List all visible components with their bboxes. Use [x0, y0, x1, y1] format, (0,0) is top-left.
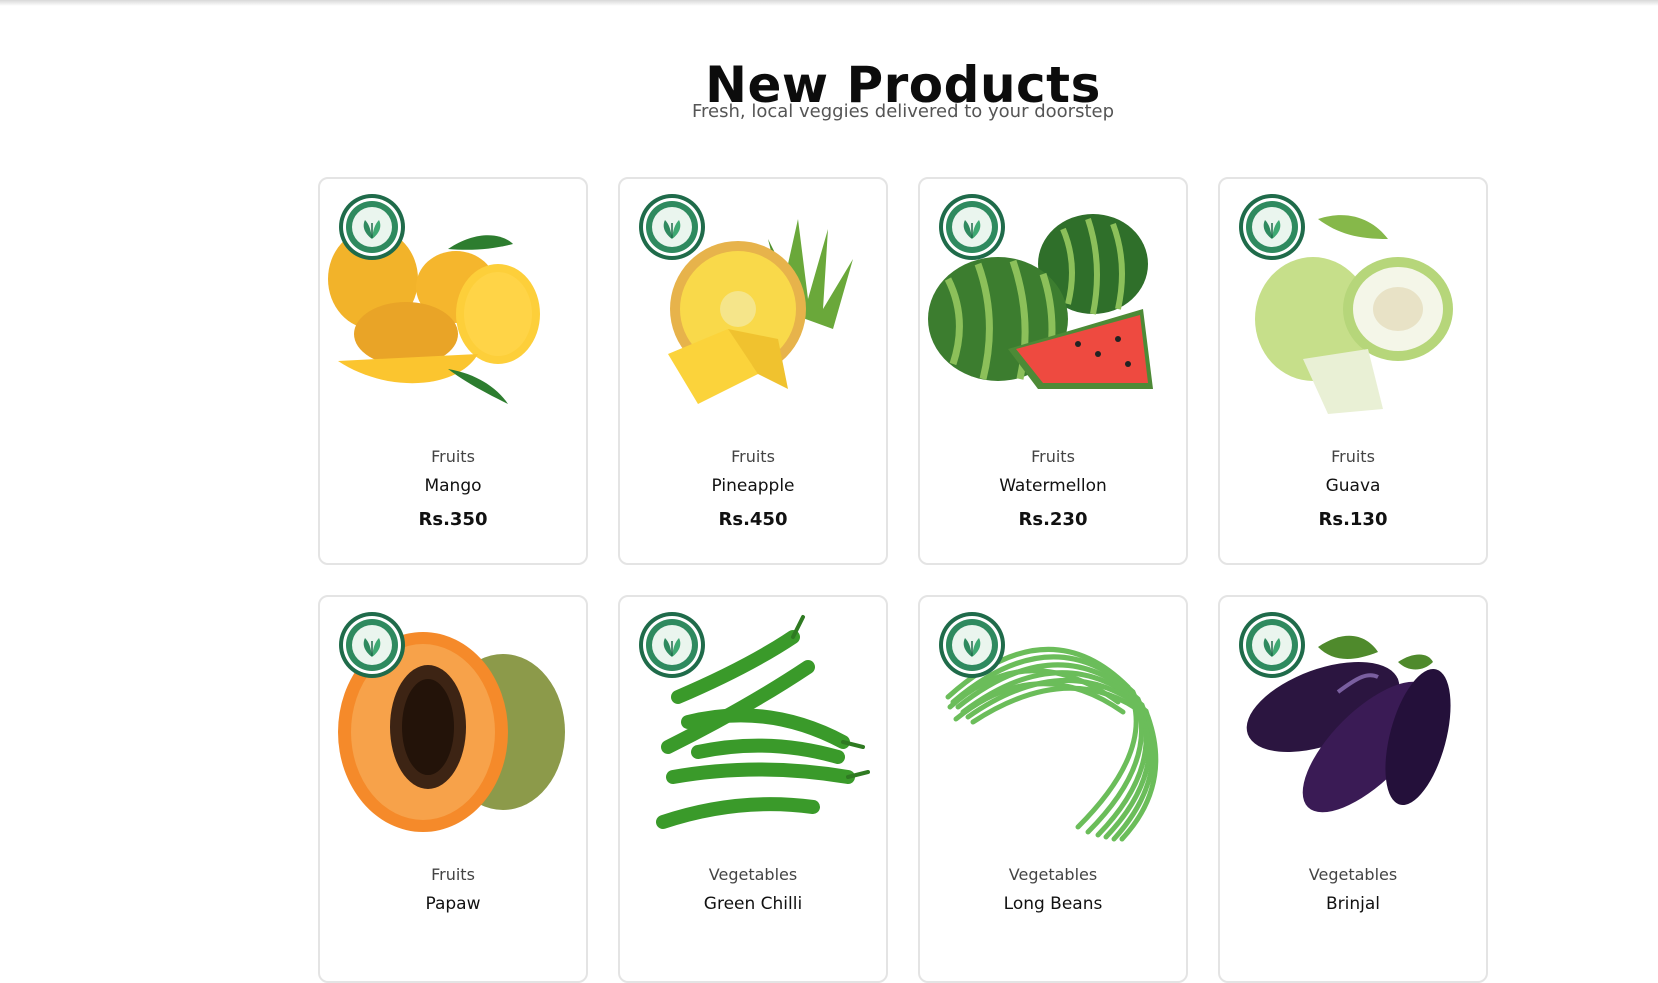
gap-certified-badge: [1238, 611, 1306, 679]
product-price: Rs.230: [1018, 509, 1088, 530]
product-category: Vegetables: [708, 865, 798, 884]
product-price: Rs.350: [418, 509, 488, 530]
gap-certified-badge: [638, 193, 706, 261]
product-category: Fruits: [731, 447, 775, 466]
product-price: Rs.450: [718, 509, 788, 530]
product-card[interactable]: Fruits Watermellon Rs.230: [918, 177, 1188, 565]
product-name: Long Beans: [1003, 894, 1103, 914]
product-grid: Fruits Mango Rs.350 Fruits Pineapple Rs.…: [318, 177, 1488, 983]
product-card[interactable]: Vegetables Green Chilli: [618, 595, 888, 983]
product-name: Guava: [1325, 476, 1381, 496]
product-name: Watermellon: [999, 476, 1107, 496]
product-card[interactable]: Fruits Pineapple Rs.450: [618, 177, 888, 565]
product-category: Fruits: [1031, 447, 1075, 466]
product-name: Green Chilli: [703, 894, 803, 914]
gap-certified-badge: [938, 193, 1006, 261]
product-name: Papaw: [425, 894, 481, 914]
product-category: Vegetables: [1308, 865, 1398, 884]
section-subtitle: Fresh, local veggies delivered to your d…: [692, 101, 1114, 122]
product-name: Mango: [424, 476, 482, 496]
gap-certified-badge: [1238, 193, 1306, 261]
gap-certified-badge: [638, 611, 706, 679]
product-category: Vegetables: [1008, 865, 1098, 884]
gap-certified-badge: [338, 611, 406, 679]
product-card[interactable]: Fruits Papaw: [318, 595, 588, 983]
product-category: Fruits: [1331, 447, 1375, 466]
product-name: Brinjal: [1325, 894, 1380, 914]
gap-certified-badge: [938, 611, 1006, 679]
product-category: Fruits: [431, 447, 475, 466]
product-category: Fruits: [431, 865, 475, 884]
product-card[interactable]: Vegetables Brinjal: [1218, 595, 1488, 983]
header-shadow: [0, 0, 1658, 6]
gap-certified-badge: [338, 193, 406, 261]
product-card[interactable]: Vegetables Long Beans: [918, 595, 1188, 983]
product-card[interactable]: Fruits Mango Rs.350: [318, 177, 588, 565]
product-card[interactable]: Fruits Guava Rs.130: [1218, 177, 1488, 565]
product-name: Pineapple: [711, 476, 795, 496]
product-price: Rs.130: [1318, 509, 1388, 530]
